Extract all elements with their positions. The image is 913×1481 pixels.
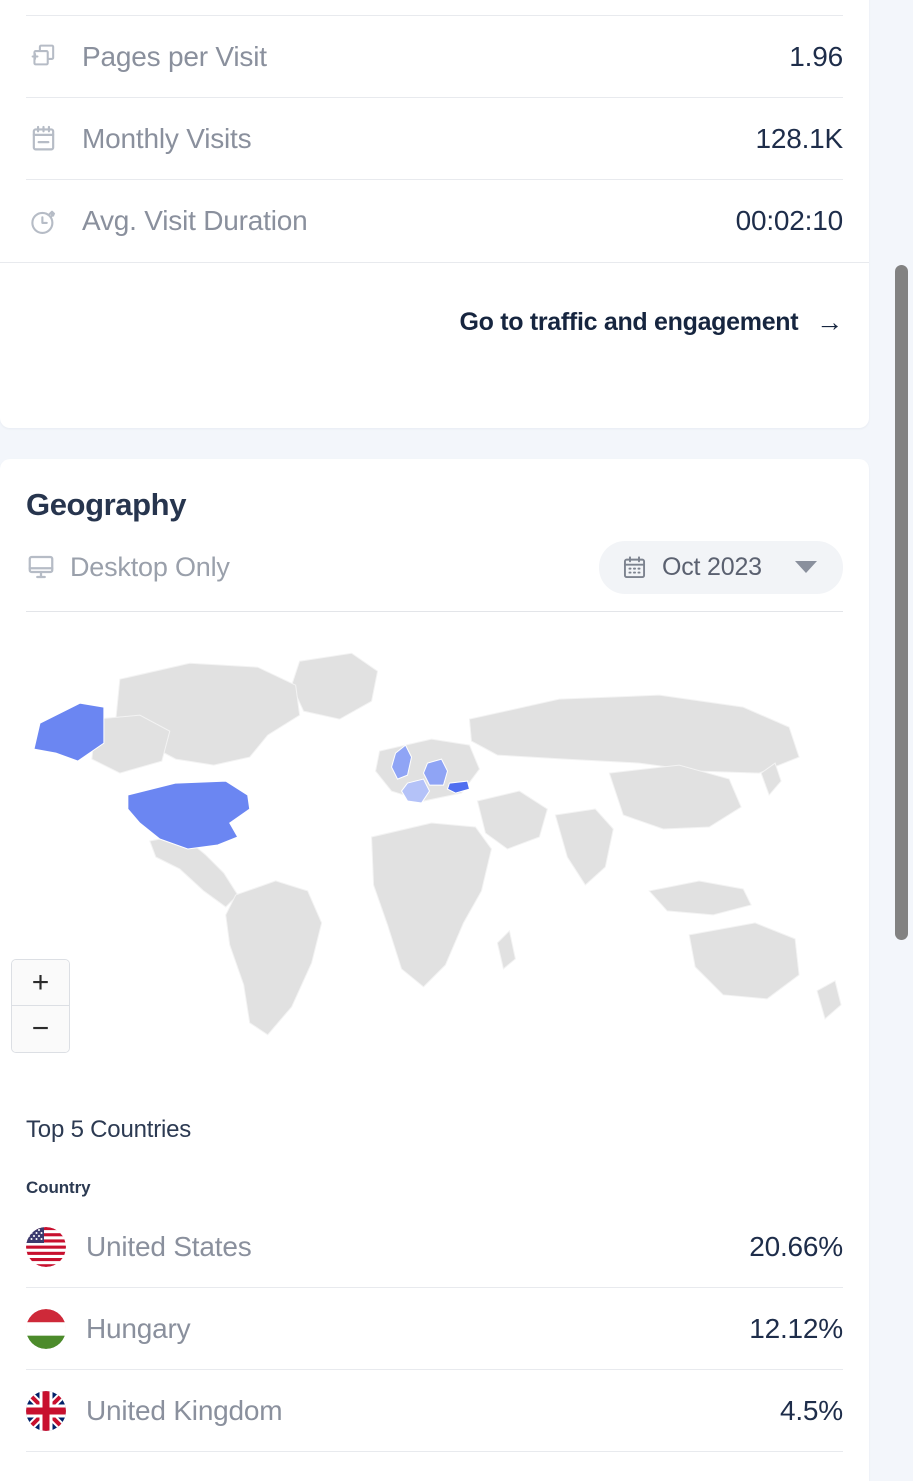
metric-row-pages-per-visit: Pages per Visit 1.96 [26,16,843,98]
date-range-picker[interactable]: Oct 2023 [599,540,843,594]
map-country-united-states [127,780,251,850]
monthly-visits-icon [26,122,60,156]
scroll-content: Bounce Rate 70.85% Pages per Visit 1.96 [0,0,890,1481]
metric-label: Monthly Visits [82,122,252,154]
table-row[interactable]: United Kingdom 4.5% [26,1370,843,1452]
geography-header: Geography Desktop Only Oct 2023 [0,459,869,612]
calendar-icon [621,554,648,581]
metric-row-monthly-visits: Monthly Visits 128.1K [26,98,843,180]
cta-row: Go to traffic and engagement → [0,263,869,381]
geography-controls-row: Desktop Only Oct 2023 [26,539,843,595]
cta-label: Go to traffic and engagement [459,307,799,336]
metric-value: 1.96 [789,40,843,72]
map-zoom-controls: + − [11,959,70,1053]
chevron-down-icon [795,561,817,573]
map-zoom-in-button[interactable]: + [12,960,69,1006]
map-country-hungary [446,780,471,794]
metrics-list: Bounce Rate 70.85% Pages per Visit 1.96 [0,0,869,262]
metric-label: Pages per Visit [82,40,267,72]
metric-label: Avg. Visit Duration [82,205,308,236]
top-countries-section: Top 5 Countries Country United States 20… [0,1074,869,1452]
geography-card: Geography Desktop Only Oct 2023 + − Top … [0,459,869,1481]
table-row[interactable]: Hungary 12.12% [26,1288,843,1370]
flag-us-icon [26,1226,66,1267]
go-to-traffic-and-engagement-link[interactable]: Go to traffic and engagement → [459,308,843,337]
metric-row-bounce-rate: Bounce Rate 70.85% [26,0,843,16]
country-name: United States [86,1230,252,1262]
metric-row-avg-visit-duration: Avg. Visit Duration 00:02:10 [26,180,843,262]
country-column-header: Country [26,1178,91,1197]
world-map-svg [33,652,842,1036]
country-name: United Kingdom [86,1394,283,1426]
page-title: Geography [26,487,187,522]
traffic-metrics-card: Bounce Rate 70.85% Pages per Visit 1.96 [0,0,869,428]
map-zoom-out-button[interactable]: − [12,1006,69,1052]
desktop-icon [26,552,56,582]
country-share-value: 12.12% [749,1312,843,1344]
flag-gb-icon [26,1390,66,1431]
arrow-right-icon: → [816,306,843,337]
page-scrollbar-thumb[interactable] [895,265,908,940]
pages-per-visit-icon [26,40,60,74]
flag-hu-icon [26,1308,66,1349]
country-share-value: 4.5% [779,1394,843,1426]
world-map[interactable]: + − [0,612,869,1074]
date-picker-value: Oct 2023 [662,552,762,581]
table-row[interactable]: United States 20.66% [26,1206,843,1288]
country-share-value: 20.66% [749,1230,843,1262]
map-country-germany [422,758,449,786]
metric-value: 128.1K [755,122,843,154]
device-filter: Desktop Only [26,552,230,583]
app-viewport: Bounce Rate 70.85% Pages per Visit 1.96 [0,0,913,1481]
page-scrollbar-track[interactable] [890,0,913,1481]
metric-value: 00:02:10 [735,205,844,236]
top-countries-title: Top 5 Countries [26,1116,192,1143]
avg-visit-duration-icon [26,204,60,238]
country-name: Hungary [86,1312,191,1344]
device-filter-label: Desktop Only [70,551,230,582]
